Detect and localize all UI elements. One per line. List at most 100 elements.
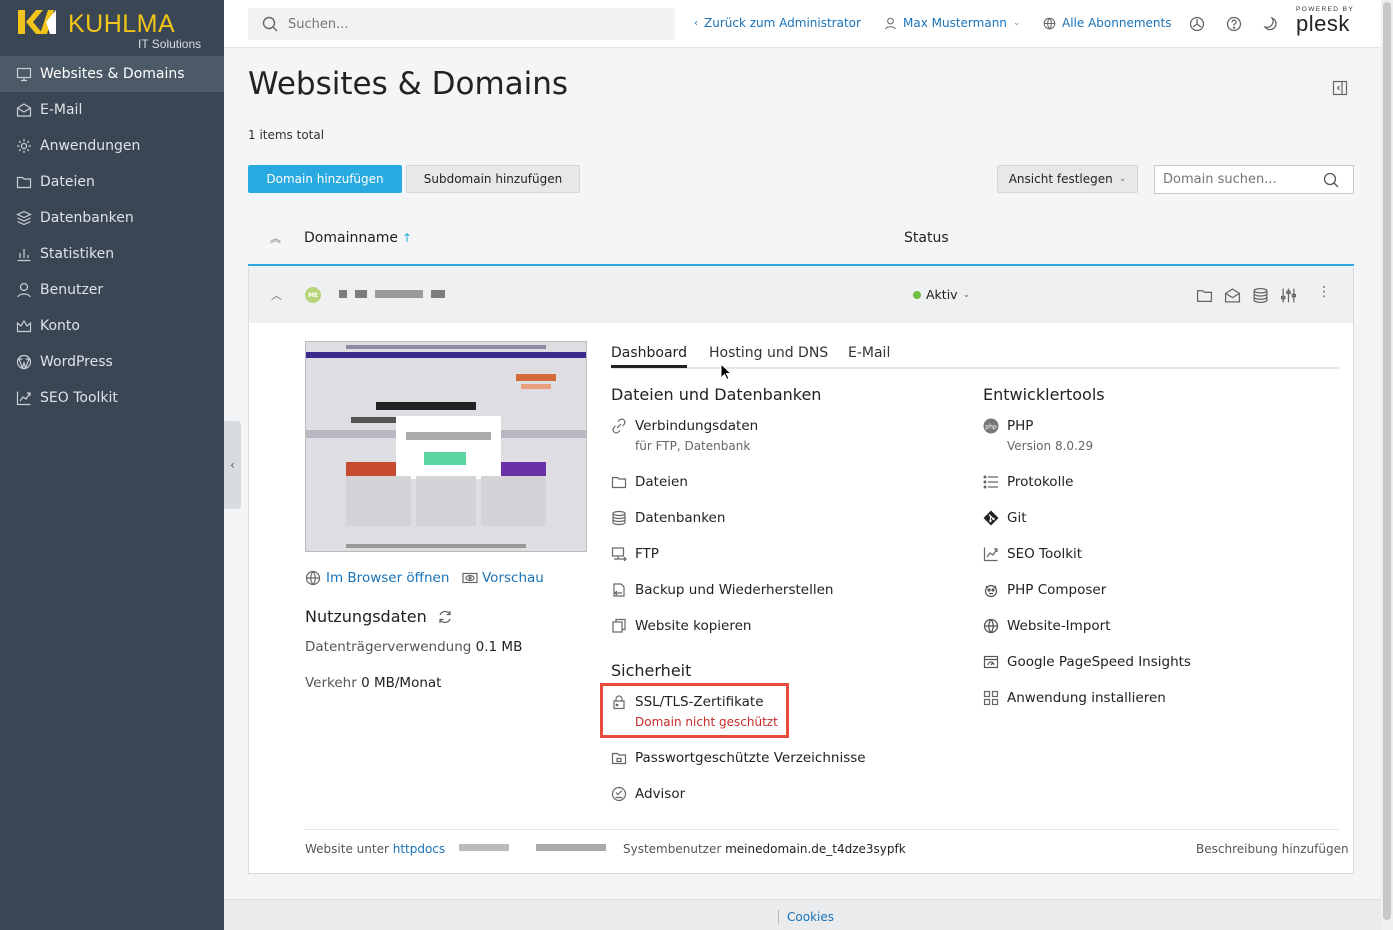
items-total: 1 items total [248,128,325,142]
usage-title: Nutzungsdaten [305,607,453,626]
sidebar-item-e-mail[interactable]: E-Mail [0,92,224,128]
eye-icon [462,570,478,586]
sidebar-item-anwendungen[interactable]: Anwendungen [0,128,224,164]
status-dot [913,290,921,299]
status-dropdown[interactable]: Aktiv ⌄ [913,287,970,302]
sidebar-item-websites-domains[interactable]: Websites & Domains [0,56,224,92]
top-bar: ‹ Zurück zum Administrator Max Musterman… [224,0,1381,48]
help-icon[interactable] [1226,16,1242,36]
more-options-icon[interactable]: ⋮ [1317,284,1331,300]
sidebar-item-seo-toolkit[interactable]: SEO Toolkit [0,380,224,416]
password-protected-dirs-link[interactable]: Passwortgeschützte Verzeichnisse [611,750,866,766]
globe-import-icon [983,618,999,634]
add-domain-button[interactable]: Domain hinzufügen [248,165,402,193]
globe-icon [305,570,321,586]
back-to-admin-link[interactable]: ‹ Zurück zum Administrator [694,16,861,30]
global-search[interactable] [248,8,675,40]
database-icon [16,210,32,226]
search-input[interactable] [288,16,648,32]
sidebar-item-datenbanken[interactable]: Datenbanken [0,200,224,236]
redacted-ip [536,844,606,851]
logs-link[interactable]: Protokolle [983,474,1073,490]
connection-info-link[interactable]: Verbindungsdaten für FTP, Datenbank [611,418,758,453]
side-panel-toggle-icon[interactable] [1332,80,1348,100]
database-icon [611,510,627,526]
seo-toolkit-link[interactable]: SEO Toolkit [983,546,1082,562]
search-icon[interactable] [1323,172,1339,188]
docroot-link[interactable]: httpdocs [393,842,445,856]
settings-sliders-icon[interactable] [1280,287,1297,308]
pagespeed-insights-link[interactable]: Google PageSpeed Insights [983,654,1191,670]
envelope-icon[interactable] [1224,287,1241,308]
tab-dashboard[interactable]: Dashboard [611,345,687,368]
seo-chart-icon [983,546,999,562]
backup-restore-link[interactable]: Backup und Wiederherstellen [611,582,833,598]
sidebar-item-benutzer[interactable]: Benutzer [0,272,224,308]
list-icon [983,474,999,490]
ssl-certificates-link[interactable]: SSL/TLS-Zertifikate Domain nicht geschütz… [611,694,778,729]
databases-link[interactable]: Datenbanken [611,510,725,526]
website-import-link[interactable]: Website-Import [983,618,1111,634]
tab-hosting-dns[interactable]: Hosting und DNS [709,345,828,361]
plesk-logo: POWERED BY plesk [1296,6,1355,36]
dark-mode-icon[interactable] [1262,16,1278,36]
redacted-domain-name[interactable] [339,290,347,298]
php-settings-link[interactable]: php PHP Version 8.0.29 [983,418,1093,453]
page-scrollbar[interactable] [1381,0,1393,930]
folder-icon [16,174,32,190]
php-composer-link[interactable]: PHP Composer [983,582,1106,598]
seo-chart-icon [16,390,32,406]
protected-folder-icon [611,750,627,766]
add-subdomain-button[interactable]: Subdomain hinzufügen [406,165,580,193]
view-settings-button[interactable]: Ansicht festlegen ⌄ [997,165,1138,193]
subscriptions-link[interactable]: Alle Abonnements [1043,16,1171,30]
mouse-cursor-icon [720,363,732,381]
extensions-icon[interactable] [1189,16,1205,36]
brand-logo[interactable]: KUHLMA IT Solutions [0,0,224,56]
sidebar-item-dateien[interactable]: Dateien [0,164,224,200]
system-user-info: Systembenutzer meinedomain.de_t4dze3sypf… [623,842,906,856]
add-description-link[interactable]: Beschreibung hinzufügen [1196,842,1349,856]
copy-website-link[interactable]: Website kopieren [611,618,751,634]
sidebar-item-label: WordPress [40,354,113,370]
files-section-title: Dateien und Datenbanken [611,385,822,404]
collapse-all-icon[interactable]: ︽ [270,230,281,246]
files-link[interactable]: Dateien [611,474,688,490]
advisor-link[interactable]: Advisor [611,786,685,802]
chevron-up-icon[interactable]: ︿ [271,287,282,303]
ftp-link[interactable]: FTP [611,546,659,562]
redacted-ip [459,844,509,851]
preview-link[interactable]: Vorschau [462,570,544,586]
database-icon[interactable] [1252,287,1269,308]
chevron-down-icon: ⌄ [1012,18,1021,28]
sidebar-item-statistiken[interactable]: Statistiken [0,236,224,272]
domain-row[interactable]: ︿ ME Aktiv ⌄ ⋮ [249,267,1353,323]
install-application-link[interactable]: Anwendung installieren [983,690,1166,706]
open-in-browser-link[interactable]: Im Browser öffnen [305,570,449,586]
sidebar-collapse-button[interactable]: ‹ [224,421,241,509]
advisor-icon [611,786,627,802]
column-status: Status [904,230,949,246]
sidebar-item-label: SEO Toolkit [40,390,118,406]
chevron-left-icon: ‹ [694,17,698,29]
backup-icon [611,582,627,598]
redacted-domain-name [375,290,423,298]
domain-search-input[interactable] [1163,172,1323,187]
tab-email[interactable]: E-Mail [848,345,890,361]
refresh-icon[interactable] [437,609,453,625]
brand-name: KUHLMA [68,10,176,38]
domain-search[interactable] [1154,165,1354,194]
git-link[interactable]: Git [983,510,1027,526]
website-screenshot-image [306,342,586,551]
sidebar-item-konto[interactable]: Konto [0,308,224,344]
sidebar-item-label: Konto [40,318,80,334]
column-domain-name[interactable]: Domainname ↑ [304,230,412,246]
cookies-link[interactable]: Cookies [778,910,834,924]
folder-icon[interactable] [1196,287,1213,308]
envelope-icon [16,102,32,118]
sidebar-item-wordpress[interactable]: WordPress [0,344,224,380]
redacted-domain-name [355,290,367,298]
bar-chart-icon [16,246,32,262]
user-menu[interactable]: Max Mustermann ⌄ [884,16,1020,30]
website-preview-thumbnail[interactable] [305,341,587,552]
